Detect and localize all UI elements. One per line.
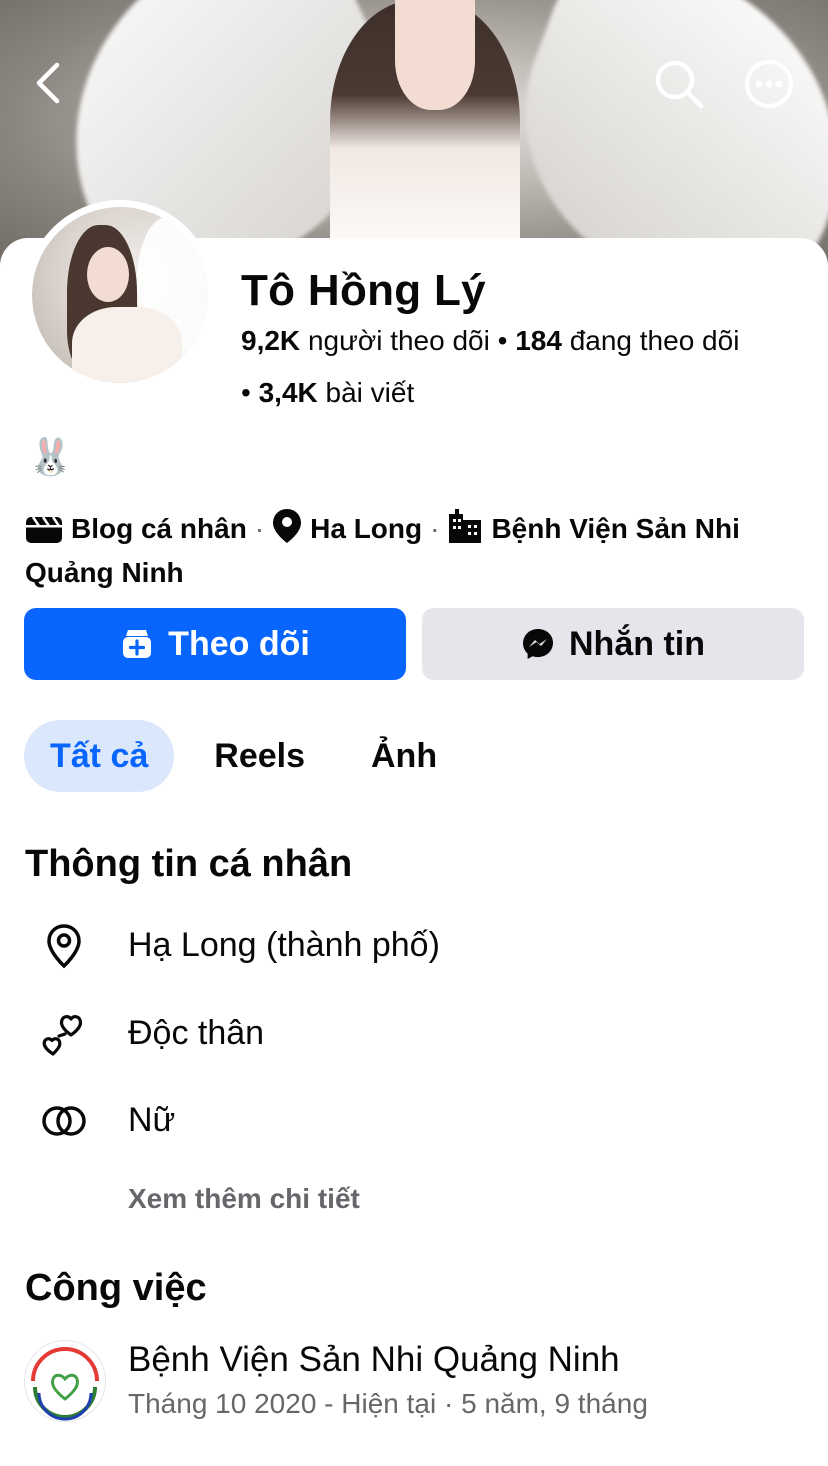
building-icon bbox=[447, 508, 483, 554]
bio-emoji: 🐰 bbox=[28, 436, 73, 477]
cover-face bbox=[395, 0, 475, 110]
profile-name: Tô Hồng Lý bbox=[241, 266, 486, 315]
location-pin-outline-icon bbox=[47, 924, 81, 969]
message-button[interactable]: Nhắn tin bbox=[422, 608, 804, 680]
avatar-image bbox=[32, 207, 208, 383]
info-row-relationship: Độc thân bbox=[40, 1010, 264, 1058]
location-pin-icon bbox=[272, 508, 302, 554]
work-title: Công việc bbox=[25, 1267, 207, 1309]
following-count[interactable]: 184 bbox=[515, 325, 562, 356]
stats-separator: • bbox=[497, 325, 516, 356]
hospital-logo-icon bbox=[29, 1345, 101, 1421]
meta-category: Blog cá nhân bbox=[71, 513, 247, 544]
profile-stats: 9,2K người theo dõi • 184 đang theo dõi bbox=[241, 325, 739, 357]
search-button[interactable] bbox=[650, 55, 708, 113]
more-options-button[interactable] bbox=[740, 55, 798, 113]
search-icon bbox=[655, 60, 704, 109]
info-row-city: Hạ Long (thành phố) bbox=[40, 922, 440, 970]
see-more-details-link[interactable]: Xem thêm chi tiết bbox=[128, 1183, 360, 1215]
cover-wing-right bbox=[478, 0, 828, 270]
follow-label: Theo dõi bbox=[168, 624, 310, 663]
tab-reels[interactable]: Reels bbox=[188, 720, 331, 792]
posts-count: 3,4K bbox=[258, 377, 318, 408]
employment-period: Tháng 10 2020 - Hiện tại · 5 năm, 9 thán… bbox=[128, 1388, 648, 1419]
follow-icon bbox=[123, 630, 152, 658]
message-label: Nhắn tin bbox=[569, 624, 705, 663]
gender-rings-icon bbox=[42, 1106, 86, 1136]
follow-button[interactable]: Theo dõi bbox=[24, 608, 406, 680]
employer-name[interactable]: Bệnh Viện Sản Nhi Quảng Ninh bbox=[128, 1340, 620, 1380]
profile-stats-posts: • 3,4K bài viết bbox=[241, 377, 414, 409]
posts-label: bài viết bbox=[325, 377, 415, 408]
back-button[interactable] bbox=[22, 55, 74, 111]
profile-tabs: Tất cả Reels Ảnh bbox=[24, 720, 477, 792]
hearts-icon bbox=[42, 1015, 83, 1056]
info-relationship: Độc thân bbox=[128, 1014, 265, 1052]
profile-avatar[interactable] bbox=[25, 200, 215, 390]
info-gender: Nữ bbox=[128, 1101, 176, 1139]
messenger-icon bbox=[523, 629, 553, 659]
meta-location[interactable]: Ha Long bbox=[310, 513, 422, 544]
followers-label[interactable]: người theo dõi bbox=[308, 325, 490, 356]
following-label[interactable]: đang theo dõi bbox=[570, 325, 740, 356]
employer-logo[interactable] bbox=[24, 1340, 106, 1422]
stats-separator: • bbox=[241, 377, 259, 408]
personal-info-title: Thông tin cá nhân bbox=[25, 843, 353, 885]
clapperboard-icon bbox=[25, 514, 63, 554]
info-city[interactable]: Hạ Long (thành phố) bbox=[128, 926, 440, 965]
info-row-gender: Nữ bbox=[40, 1097, 175, 1145]
more-horizontal-icon bbox=[745, 60, 793, 108]
profile-meta: Blog cá nhân · Ha Long · Bệnh Viện Sản Nhi… bbox=[25, 508, 815, 592]
tab-all[interactable]: Tất cả bbox=[24, 720, 175, 792]
tab-photos[interactable]: Ảnh bbox=[345, 720, 463, 792]
followers-count[interactable]: 9,2K bbox=[241, 325, 300, 356]
chevron-left-icon bbox=[36, 62, 60, 104]
